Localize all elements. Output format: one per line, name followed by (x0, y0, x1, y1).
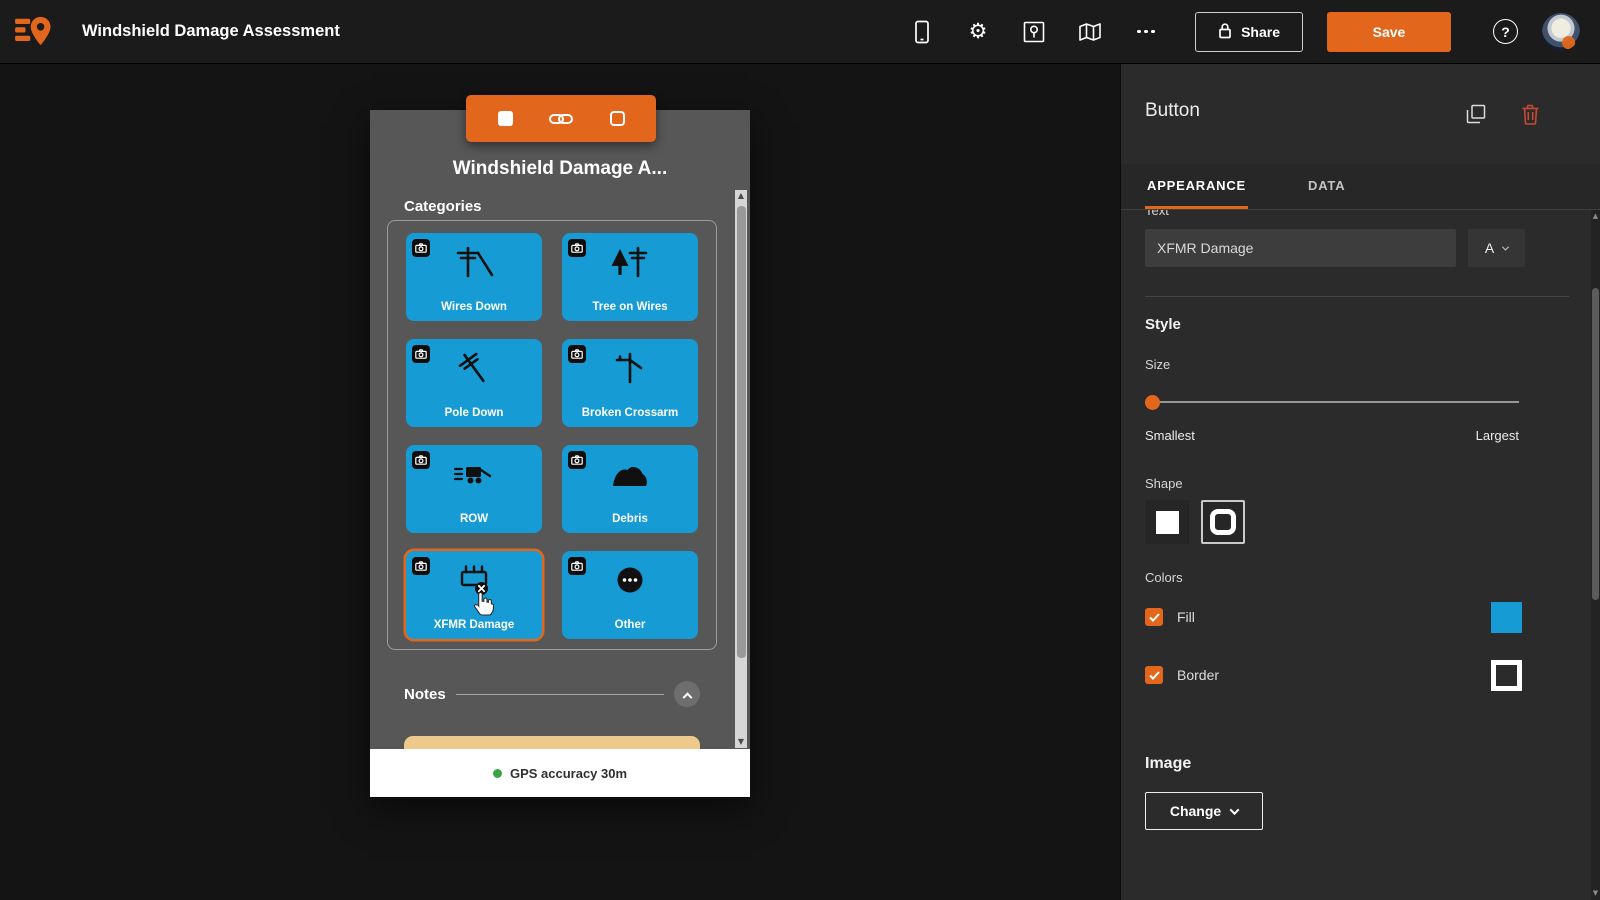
scroll-down-icon[interactable]: ▼ (735, 737, 747, 747)
size-label: Size (1145, 357, 1171, 372)
quickcapture-designer: Windshield Damage Assessment ⚙ Share Sav… (0, 0, 1600, 900)
panel-tabs: APPEARANCE DATA (1121, 164, 1600, 210)
shape-label: Shape (1145, 476, 1183, 491)
quickcapture-logo-icon (15, 16, 51, 45)
phone-preview[interactable]: Windshield Damage A... Categories Wires … (370, 110, 750, 797)
delete-button[interactable] (1518, 102, 1542, 126)
notes-divider (455, 693, 664, 695)
help-button[interactable]: ? (1493, 19, 1518, 44)
category-button-row[interactable]: ROW (406, 445, 542, 533)
basemap-icon[interactable] (1021, 19, 1047, 45)
rounded-square-shape-icon (1210, 509, 1236, 535)
row-icon (406, 457, 542, 491)
scroll-up-icon[interactable]: ▲ (1591, 212, 1600, 221)
design-canvas[interactable]: Windshield Damage A... Categories Wires … (0, 64, 1120, 900)
categories-group-label: Categories (404, 198, 482, 215)
chevron-down-icon (1502, 243, 1510, 251)
user-avatar[interactable] (1542, 12, 1580, 51)
category-button-other[interactable]: Other (562, 551, 698, 639)
share-button[interactable]: Share (1195, 11, 1303, 52)
slider-track[interactable] (1145, 401, 1519, 403)
categories-group: Wires Down Tree on Wires Pole Down Broke… (387, 220, 717, 650)
phone-scrollbar[interactable]: ▲ ▼ (735, 190, 747, 748)
size-max-label: Largest (1475, 428, 1519, 443)
border-color-swatch[interactable] (1491, 659, 1522, 691)
collapse-notes-button[interactable] (674, 681, 700, 707)
button-tool-icon[interactable] (488, 102, 522, 136)
gps-status-bar: GPS accuracy 30m (370, 749, 750, 797)
phone-scrollbar-thumb[interactable] (736, 206, 746, 658)
wires-down-icon (406, 245, 542, 279)
chevron-down-icon (1229, 804, 1240, 815)
fill-color-row: Fill (1145, 600, 1522, 634)
border-label: Border (1177, 667, 1220, 683)
tab-appearance[interactable]: APPEARANCE (1145, 164, 1249, 209)
change-image-button[interactable]: Change (1145, 792, 1263, 830)
map-icon[interactable] (1077, 19, 1103, 45)
panel-scrollbar-thumb[interactable] (1592, 288, 1599, 600)
fill-checkbox[interactable] (1145, 608, 1163, 626)
size-min-label: Smallest (1145, 428, 1195, 443)
overflow-menu-icon[interactable] (1133, 19, 1159, 45)
square-shape-icon (1155, 510, 1179, 534)
lock-icon (1218, 22, 1232, 42)
scroll-up-icon[interactable]: ▲ (735, 191, 747, 201)
gps-status-text: GPS accuracy 30m (509, 765, 628, 781)
tab-data[interactable]: DATA (1306, 164, 1347, 209)
notes-group-label: Notes (404, 685, 446, 703)
project-title: Windshield Damage A... (452, 158, 668, 179)
colors-label: Colors (1145, 570, 1183, 585)
category-button-broken-crossarm[interactable]: Broken Crossarm (562, 339, 698, 427)
slider-range-labels: Smallest Largest (1145, 428, 1519, 443)
mobile-preview-icon[interactable] (909, 19, 935, 45)
page-title: Windshield Damage Assessment (82, 22, 340, 40)
header-toolbar: ⚙ (909, 19, 1159, 45)
panel-scrollbar[interactable]: ▲ ▼ (1591, 210, 1600, 900)
fill-color-swatch[interactable] (1491, 601, 1522, 633)
button-text-input[interactable] (1145, 229, 1456, 267)
appearance-content: Text A Style Size Smallest Largest Sh (1121, 210, 1591, 900)
other-icon (562, 563, 698, 597)
fill-label: Fill (1177, 609, 1195, 625)
image-heading: Image (1145, 755, 1192, 772)
border-color-row: Border (1145, 658, 1522, 692)
broken-crossarm-icon (562, 351, 698, 385)
shape-option-rounded[interactable] (1201, 500, 1245, 544)
app-header: Windshield Damage Assessment ⚙ Share Sav… (0, 0, 1600, 64)
duplicate-button[interactable] (1464, 102, 1488, 126)
category-button-wires-down[interactable]: Wires Down (406, 233, 542, 321)
app-logo[interactable] (14, 13, 54, 51)
xfmr-damage-icon (406, 563, 542, 597)
category-button-pole-down[interactable]: Pole Down (406, 339, 542, 427)
category-button-xfmr-damage[interactable]: XFMR Damage (406, 551, 542, 639)
gps-status-dot (492, 768, 502, 778)
font-format-button[interactable]: A (1468, 229, 1525, 267)
group-tool-icon[interactable] (600, 102, 634, 136)
category-button-debris[interactable]: Debris (562, 445, 698, 533)
pole-down-icon (406, 351, 542, 385)
link-tool-icon[interactable] (544, 102, 578, 136)
category-button-tree-on-wires[interactable]: Tree on Wires (562, 233, 698, 321)
tree-on-wires-icon (562, 245, 698, 279)
chevron-up-icon (682, 691, 692, 702)
border-checkbox[interactable] (1145, 666, 1163, 684)
notes-group-header: Notes (404, 680, 700, 708)
size-slider[interactable] (1145, 392, 1519, 412)
panel-title: Button (1145, 100, 1200, 121)
section-divider (1145, 296, 1569, 297)
save-button[interactable]: Save (1327, 11, 1451, 52)
shape-option-square[interactable] (1145, 500, 1189, 544)
debris-icon (562, 457, 698, 491)
settings-gear-icon[interactable]: ⚙ (965, 19, 991, 45)
slider-thumb[interactable] (1145, 394, 1160, 410)
text-field-label: Text (1145, 210, 1169, 218)
style-heading: Style (1145, 316, 1181, 333)
scroll-down-icon[interactable]: ▼ (1591, 889, 1600, 898)
selection-toolbar (466, 95, 656, 142)
properties-panel: Button APPEARANCE DATA Text XFMR Damage … (1120, 64, 1600, 900)
